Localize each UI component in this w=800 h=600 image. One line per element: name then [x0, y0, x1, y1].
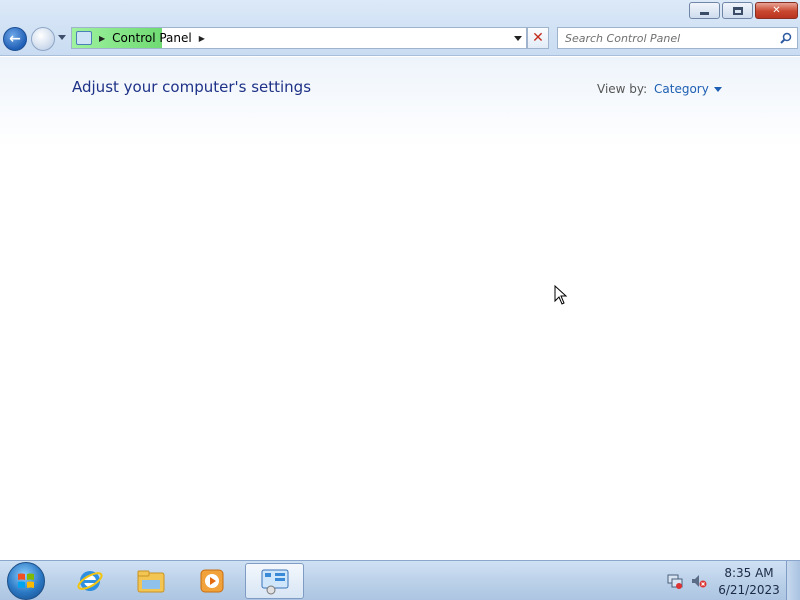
recent-pages-dropdown[interactable]: [58, 35, 66, 40]
show-desktop-button[interactable]: [786, 561, 800, 600]
close-icon: ✕: [532, 30, 544, 46]
search-box[interactable]: [557, 27, 798, 49]
volume-muted-icon[interactable]: [691, 573, 707, 589]
window-chrome: ✕ ← ▶ Control Panel ▶ ✕: [0, 0, 800, 56]
close-button[interactable]: ✕: [755, 2, 798, 19]
taskbar: 8:35 AM 6/21/2023: [0, 560, 800, 600]
search-icon[interactable]: [780, 32, 792, 44]
minimize-button[interactable]: [689, 2, 720, 19]
view-by-label: View by:: [597, 82, 648, 96]
restore-button[interactable]: [722, 2, 753, 19]
taskbar-control-panel[interactable]: [245, 563, 304, 599]
address-bar[interactable]: ▶ Control Panel ▶: [71, 27, 527, 49]
network-icon[interactable]: [667, 573, 683, 589]
stop-button[interactable]: ✕: [527, 27, 549, 49]
view-by-dropdown[interactable]: Category: [654, 82, 722, 96]
system-clock[interactable]: 8:35 AM 6/21/2023: [714, 565, 784, 599]
clock-time: 8:35 AM: [724, 566, 774, 580]
breadcrumb-arrow-icon[interactable]: ▶: [99, 34, 105, 43]
chevron-down-icon: [713, 86, 722, 92]
search-input[interactable]: [565, 31, 765, 45]
address-history-dropdown[interactable]: [514, 36, 522, 41]
taskbar-internet-explorer[interactable]: [62, 563, 118, 599]
breadcrumb-control-panel[interactable]: Control Panel: [112, 31, 192, 45]
breadcrumb-arrow-icon[interactable]: ▶: [199, 34, 205, 43]
start-button[interactable]: [7, 562, 45, 600]
view-by-value[interactable]: Category: [654, 82, 709, 96]
control-panel-icon: [76, 31, 92, 45]
back-button[interactable]: ←: [3, 27, 27, 51]
forward-button[interactable]: [31, 27, 55, 51]
page-title: Adjust your computer's settings: [72, 78, 312, 96]
internet-explorer-icon: [77, 571, 103, 591]
close-icon: ✕: [772, 5, 781, 16]
restore-icon: [732, 6, 743, 15]
windows-logo-icon: [18, 573, 34, 588]
media-player-icon: [200, 569, 224, 593]
minimize-icon: [700, 12, 709, 15]
windows-explorer-icon: [137, 570, 165, 593]
back-arrow-icon: ←: [9, 31, 21, 47]
mouse-pointer-icon: [554, 285, 568, 305]
control-panel-icon: [261, 569, 288, 595]
control-panel-content: Adjust your computer's settings View by:…: [0, 57, 800, 560]
clock-date: 6/21/2023: [718, 583, 780, 597]
caption-buttons: ✕: [689, 2, 798, 19]
taskbar-windows-explorer[interactable]: [123, 563, 179, 599]
taskbar-media-player[interactable]: [184, 563, 240, 599]
